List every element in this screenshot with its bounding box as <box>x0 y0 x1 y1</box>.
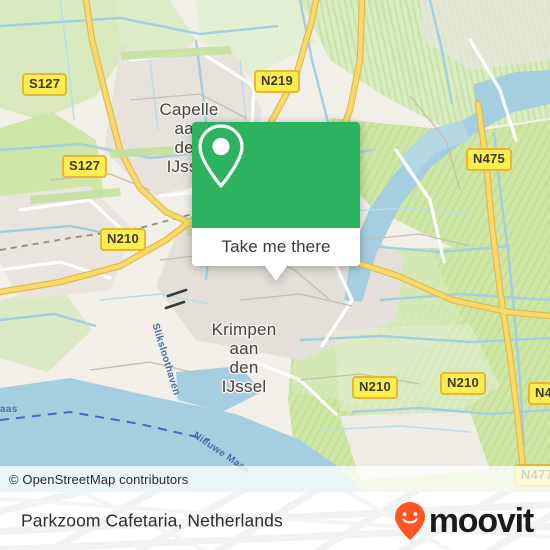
take-me-there-button[interactable]: Take me there <box>192 228 360 266</box>
road-shield-n210-right: N210 <box>440 372 486 395</box>
moovit-smiley-pin-icon <box>394 502 425 540</box>
road-shield-n475: N475 <box>466 148 512 171</box>
road-shield-s127-top: S127 <box>22 73 68 96</box>
map-pin-icon <box>198 124 244 188</box>
map-attribution-bar: © OpenStreetMap contributors <box>0 466 550 492</box>
callout-pointer <box>265 266 287 281</box>
attribution-text: © OpenStreetMap contributors <box>9 471 189 487</box>
road-shield-s127-mid: S127 <box>62 155 108 178</box>
moovit-logo[interactable]: moovit <box>394 501 534 541</box>
moovit-wordmark: moovit <box>428 502 534 540</box>
moovit-place-map-screen: Capelle aan den IJssel Krimpen aan den I… <box>0 0 550 550</box>
road-shield-n210-mid: N210 <box>352 376 398 399</box>
road-shield-n210-left: N210 <box>100 228 146 251</box>
take-me-there-label: Take me there <box>221 237 331 256</box>
footer-bar: Parkzoom Cafetaria, Netherlands moovit <box>0 492 550 550</box>
callout-icon-area <box>192 122 360 228</box>
place-callout-card[interactable]: Take me there <box>192 122 360 281</box>
road-shield-n4-clipped: N4 <box>528 382 550 405</box>
map-canvas[interactable]: Capelle aan den IJssel Krimpen aan den I… <box>0 0 550 492</box>
place-title: Parkzoom Cafetaria, Netherlands <box>21 510 283 531</box>
road-shield-n219: N219 <box>254 70 300 93</box>
